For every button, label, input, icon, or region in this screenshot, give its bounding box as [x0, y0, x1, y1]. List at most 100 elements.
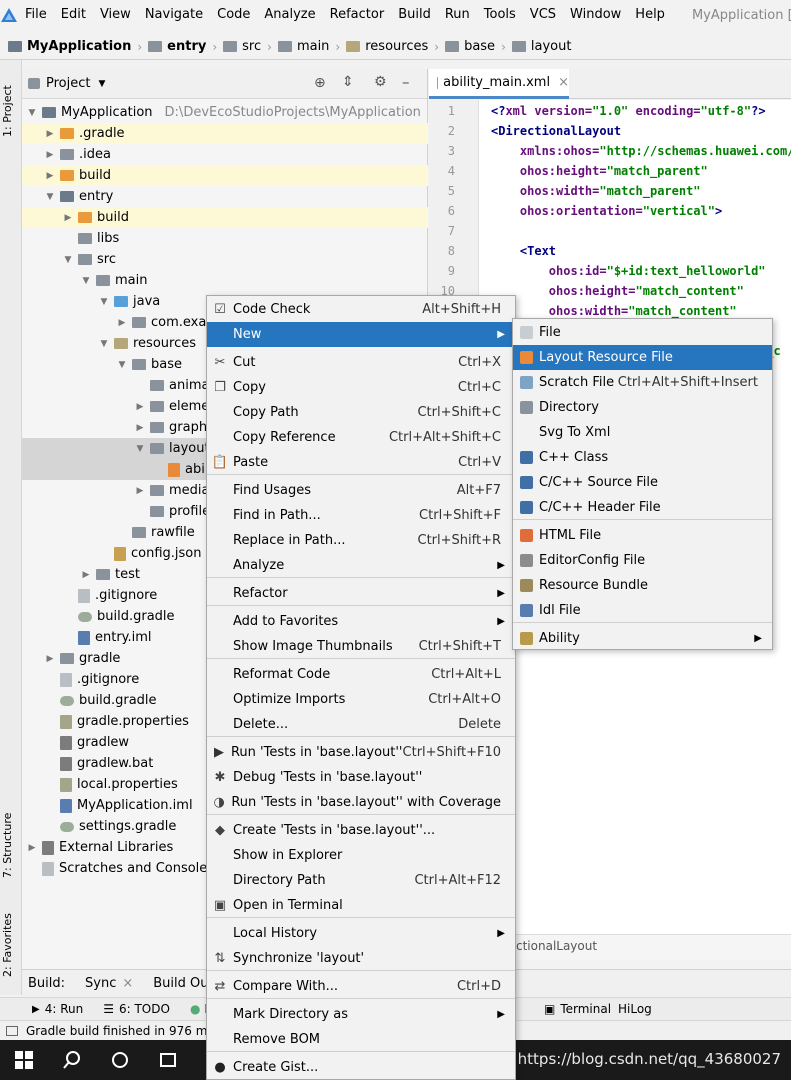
tab-structure[interactable]: 7: Structure: [1, 805, 21, 885]
expanded-arrow-icon[interactable]: ▼: [134, 444, 146, 454]
context-menu-item[interactable]: ✱ Debug 'Tests in 'base.layout'': [207, 765, 515, 790]
collapsed-arrow-icon[interactable]: ▶: [62, 213, 74, 223]
menu-window[interactable]: Window: [563, 0, 628, 30]
tool-hilog[interactable]: HiLog: [608, 1002, 662, 1016]
new-submenu-item[interactable]: C/C++ Header File: [513, 495, 772, 520]
new-submenu-item[interactable]: Directory: [513, 395, 772, 420]
tree-item[interactable]: ▶ .idea: [22, 144, 428, 165]
collapsed-arrow-icon[interactable]: ▶: [116, 318, 128, 328]
context-menu-item[interactable]: Delete... Delete: [207, 712, 515, 737]
new-submenu-item[interactable]: Scratch File Ctrl+Alt+Shift+Insert: [513, 370, 772, 395]
context-menu-item[interactable]: ◆ Create 'Tests in 'base.layout''...: [207, 818, 515, 843]
context-menu-item[interactable]: ◑ Run 'Tests in 'base.layout'' with Cover…: [207, 790, 515, 815]
tab-sync[interactable]: Sync: [65, 976, 116, 991]
collapsed-arrow-icon[interactable]: ▶: [80, 570, 92, 580]
menu-navigate[interactable]: Navigate: [138, 0, 210, 30]
expanded-arrow-icon[interactable]: ▼: [116, 360, 128, 370]
menu-file[interactable]: File: [18, 0, 54, 30]
breadcrumb-item-base[interactable]: base: [445, 39, 495, 54]
windows-start-icon[interactable]: [14, 1050, 34, 1070]
new-submenu-item[interactable]: Resource Bundle: [513, 573, 772, 598]
task-view-icon[interactable]: [158, 1050, 178, 1070]
context-menu-item[interactable]: ▶ Run 'Tests in 'base.layout'' Ctrl+Shift+…: [207, 740, 515, 765]
menu-tools[interactable]: Tools: [477, 0, 523, 30]
menu-refactor[interactable]: Refactor: [323, 0, 392, 30]
close-icon[interactable]: ×: [116, 976, 133, 991]
breadcrumb-item-main[interactable]: main: [277, 39, 329, 54]
tree-item[interactable]: ▼ main: [22, 270, 428, 291]
collapsed-arrow-icon[interactable]: ▶: [44, 654, 56, 664]
breadcrumb-item-src[interactable]: src: [223, 39, 261, 54]
cortana-icon[interactable]: [110, 1050, 130, 1070]
collapsed-arrow-icon[interactable]: ▶: [44, 150, 56, 160]
breadcrumb-item-layout[interactable]: layout: [511, 39, 571, 54]
tree-item[interactable]: ▼ src: [22, 249, 428, 270]
tab-ability-main-xml[interactable]: ability_main.xml ×: [429, 69, 569, 99]
menu-view[interactable]: View: [93, 0, 138, 30]
new-submenu-item[interactable]: Ability ▶: [513, 626, 772, 651]
collapsed-arrow-icon[interactable]: ▶: [134, 402, 146, 412]
breadcrumb-item-myapplication[interactable]: MyApplication: [8, 39, 131, 54]
menu-edit[interactable]: Edit: [54, 0, 93, 30]
minimize-icon[interactable]: –: [402, 73, 410, 91]
expanded-arrow-icon[interactable]: ▼: [26, 108, 38, 118]
context-menu-item[interactable]: Directory Path Ctrl+Alt+F12: [207, 868, 515, 893]
new-submenu-item[interactable]: Idl File: [513, 598, 772, 623]
collapsed-arrow-icon[interactable]: ▶: [134, 486, 146, 496]
context-menu-item[interactable]: 📋 Paste Ctrl+V: [207, 450, 515, 475]
context-menu-item[interactable]: Local History ▶: [207, 921, 515, 946]
tree-item[interactable]: libs: [22, 228, 428, 249]
context-menu-item[interactable]: Find Usages Alt+F7: [207, 478, 515, 503]
context-menu-item[interactable]: ☑ Code Check Alt+Shift+H: [207, 297, 515, 322]
menu-help[interactable]: Help: [628, 0, 672, 30]
context-menu-item[interactable]: Copy Path Ctrl+Shift+C: [207, 400, 515, 425]
expanded-arrow-icon[interactable]: ▼: [44, 192, 56, 202]
new-submenu-item[interactable]: Layout Resource File: [513, 345, 772, 370]
context-menu-item[interactable]: Remove BOM: [207, 1027, 515, 1052]
context-menu-item[interactable]: ● Create Gist...: [207, 1055, 515, 1080]
tree-item[interactable]: ▼ entry: [22, 186, 428, 207]
new-submenu-item[interactable]: C/C++ Source File: [513, 470, 772, 495]
expanded-arrow-icon[interactable]: ▼: [98, 297, 110, 307]
expanded-arrow-icon[interactable]: ▼: [62, 255, 74, 265]
context-menu-item[interactable]: Refactor ▶: [207, 581, 515, 606]
context-menu-item[interactable]: Replace in Path... Ctrl+Shift+R: [207, 528, 515, 553]
project-view-selector[interactable]: Project: [46, 76, 90, 91]
collapse-all-icon[interactable]: ⇕: [342, 74, 354, 90]
gear-icon[interactable]: ⚙: [374, 74, 387, 90]
collapsed-arrow-icon[interactable]: ▶: [26, 843, 38, 853]
tool-run[interactable]: ▶ 4: Run: [0, 1002, 93, 1016]
context-menu-item[interactable]: Optimize Imports Ctrl+Alt+O: [207, 687, 515, 712]
menu-build[interactable]: Build: [391, 0, 438, 30]
new-submenu-item[interactable]: EditorConfig File: [513, 548, 772, 573]
context-menu-item[interactable]: ❐ Copy Ctrl+C: [207, 375, 515, 400]
new-submenu-item[interactable]: File: [513, 320, 772, 345]
context-menu-item[interactable]: Show Image Thumbnails Ctrl+Shift+T: [207, 634, 515, 659]
context-menu-item[interactable]: Add to Favorites ▶: [207, 609, 515, 634]
tree-item[interactable]: ▶ build: [22, 207, 428, 228]
context-menu-item[interactable]: ⇄ Compare With... Ctrl+D: [207, 974, 515, 999]
tree-item[interactable]: ▼ MyApplication D:\DevEcoStudioProjects\My…: [22, 102, 428, 123]
context-menu-item[interactable]: Analyze ▶: [207, 553, 515, 578]
context-menu-item[interactable]: Copy Reference Ctrl+Alt+Shift+C: [207, 425, 515, 450]
context-menu-item[interactable]: Mark Directory as ▶: [207, 1002, 515, 1027]
breadcrumb-item-entry[interactable]: entry: [148, 39, 206, 54]
context-menu-item[interactable]: ✂ Cut Ctrl+X: [207, 350, 515, 375]
editor-footer-text[interactable]: ctionalLayout: [516, 939, 597, 953]
context-menu-item[interactable]: Show in Explorer: [207, 843, 515, 868]
new-submenu-item[interactable]: Svg To Xml: [513, 420, 772, 445]
collapsed-arrow-icon[interactable]: ▶: [44, 129, 56, 139]
collapsed-arrow-icon[interactable]: ▶: [44, 171, 56, 181]
breadcrumb-item-resources[interactable]: resources: [346, 39, 428, 54]
context-menu-item[interactable]: ▣ Open in Terminal: [207, 893, 515, 918]
new-submenu-item[interactable]: HTML File: [513, 523, 772, 548]
menu-vcs[interactable]: VCS: [523, 0, 563, 30]
search-icon[interactable]: [62, 1050, 82, 1070]
new-submenu-item[interactable]: C++ Class: [513, 445, 772, 470]
chevron-down-icon[interactable]: ▼: [98, 79, 105, 89]
expanded-arrow-icon[interactable]: ▼: [80, 276, 92, 286]
tab-favorites[interactable]: 2: Favorites: [1, 905, 21, 985]
collapsed-arrow-icon[interactable]: ▶: [134, 423, 146, 433]
menu-analyze[interactable]: Analyze: [257, 0, 322, 30]
tree-item[interactable]: ▶ build: [22, 165, 428, 186]
